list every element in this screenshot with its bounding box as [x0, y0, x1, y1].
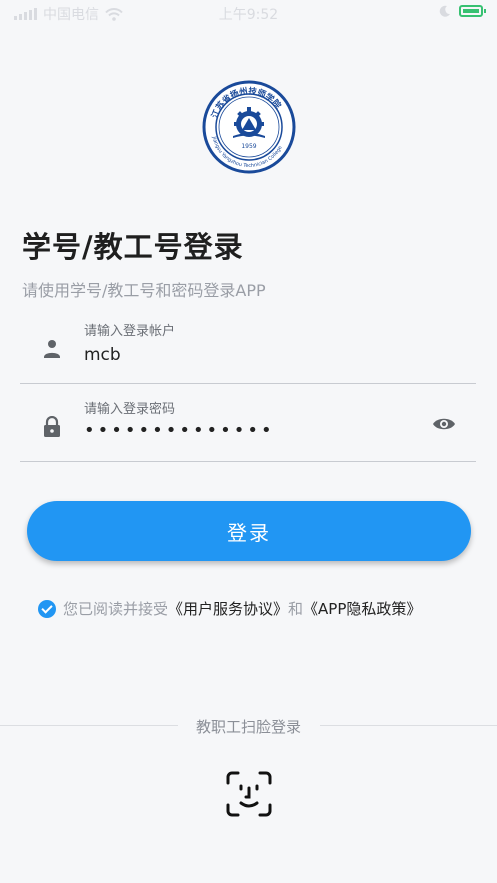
agreement-and: 和 [288, 600, 304, 618]
privacy-link[interactable]: 《APP隐私政策》 [303, 598, 421, 619]
divider-right [320, 725, 497, 726]
moon-icon [439, 5, 450, 17]
eye-icon[interactable] [432, 414, 456, 434]
face-login-label: 教职工扫脸登录 [195, 718, 301, 736]
login-button[interactable]: 登录 [27, 501, 471, 561]
page-subtitle: 请使用学号/教工号和密码登录APP [22, 281, 266, 300]
account-input[interactable] [84, 342, 414, 368]
status-time: 上午9:52 [218, 7, 279, 23]
agreement-prefix: 您已阅读并接受 [63, 600, 169, 618]
battery-icon [459, 5, 486, 17]
status-bar-right [439, 5, 486, 17]
agreement-row: 您已阅读并接受 《用户服务协议》 和 《APP隐私政策》 [38, 598, 421, 619]
agreement-checkbox[interactable] [38, 599, 56, 618]
lock-icon [44, 416, 60, 437]
person-icon [44, 340, 60, 358]
logo-year: 1959 [241, 143, 256, 150]
password-field[interactable]: 请输入登录密码 •••••••••••••• [20, 396, 476, 462]
password-input[interactable]: •••••••••••••• [84, 420, 414, 446]
face-scan-icon[interactable] [225, 770, 273, 818]
page-title: 学号/教工号登录 [22, 230, 244, 264]
status-bar: 中国电信 上午9:52 [0, 0, 497, 28]
account-label: 请输入登录帐户 [84, 324, 176, 339]
password-label: 请输入登录密码 [84, 402, 176, 417]
account-field[interactable]: 请输入登录帐户 [20, 318, 476, 384]
college-logo: 江苏省扬州技师学院 Jiangsu Yangzhou Technician Co… [202, 80, 296, 174]
terms-link[interactable]: 《用户服务协议》 [168, 598, 288, 619]
